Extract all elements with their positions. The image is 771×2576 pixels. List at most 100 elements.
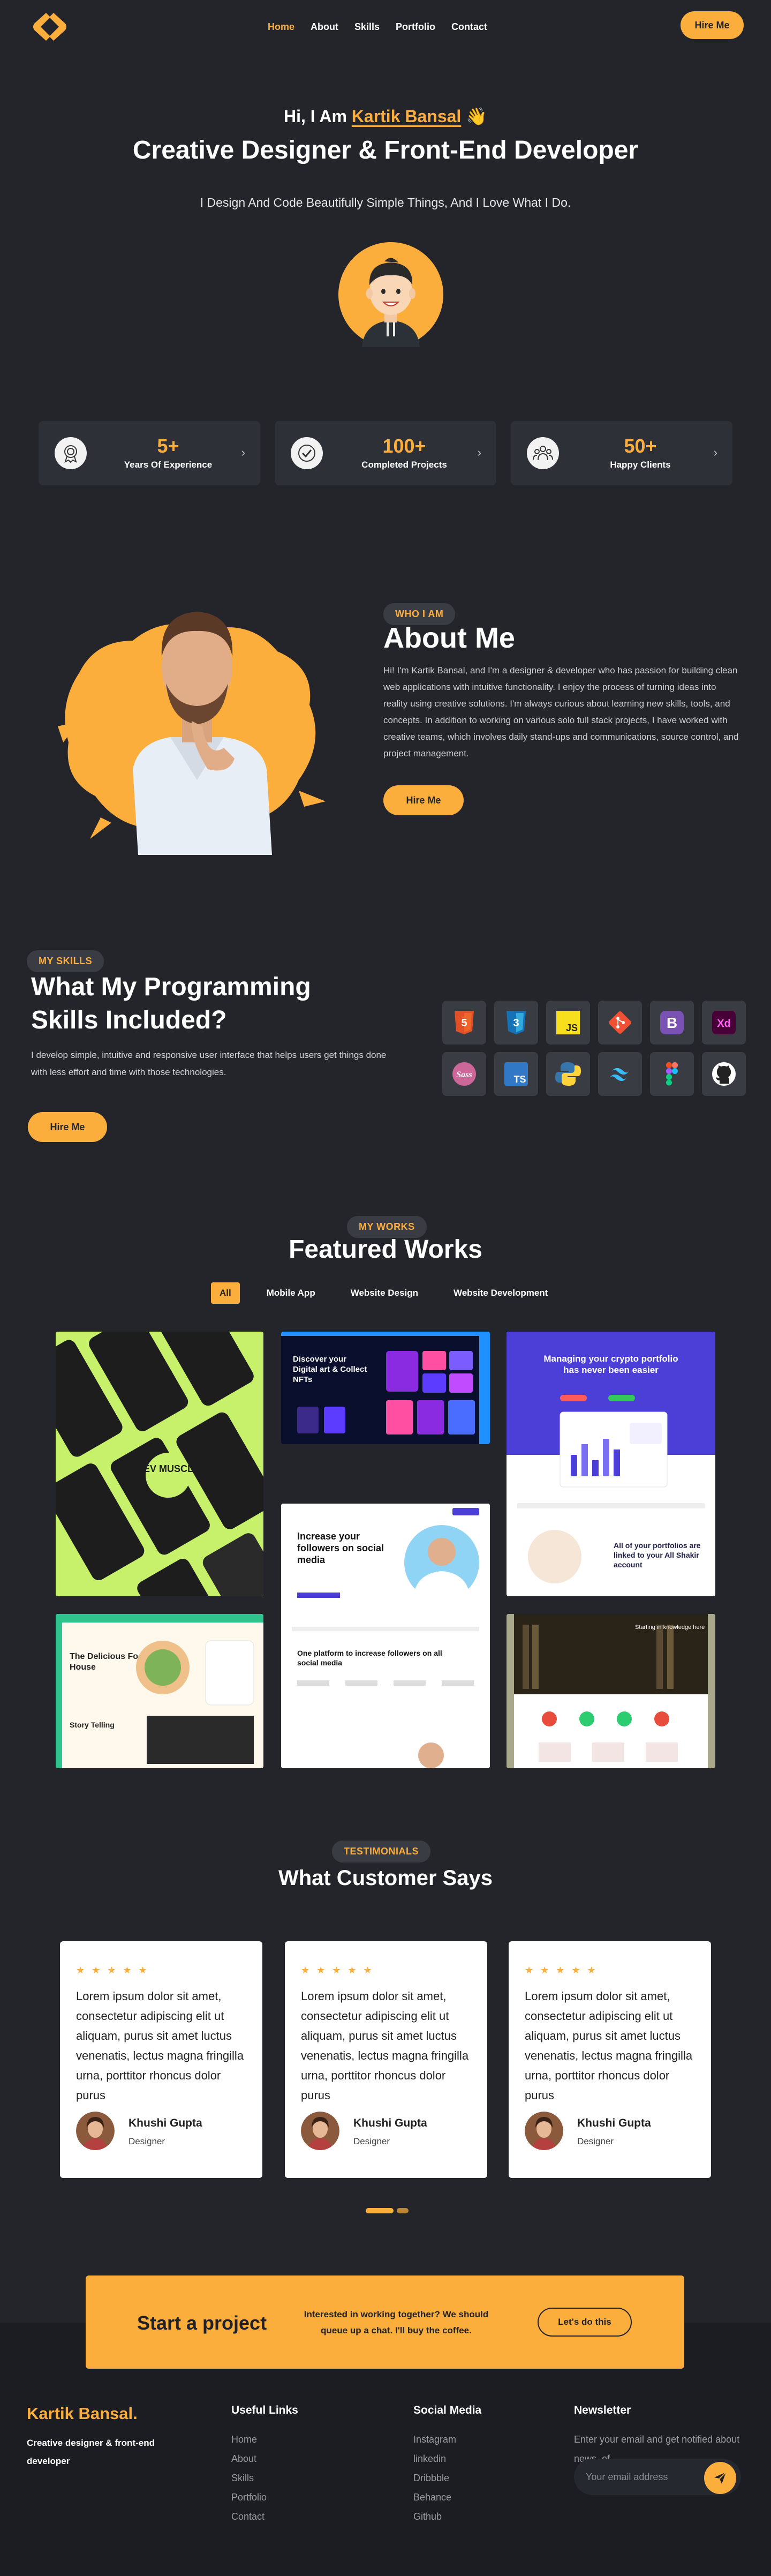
footer-link-portfolio[interactable]: Portfolio	[231, 2488, 298, 2507]
testimonials-title: What Customer Says	[278, 1866, 493, 1890]
carousel-dots	[366, 2208, 409, 2213]
filter-website-design[interactable]: Website Design	[342, 1282, 427, 1304]
svg-text:Sass: Sass	[456, 1070, 472, 1079]
git-icon	[598, 1001, 642, 1045]
svg-text:3: 3	[513, 1017, 519, 1029]
nft-hero-text: Discover your Digital art & Collect NFTs	[293, 1355, 367, 1384]
lets-do-this-button[interactable]: Let's do this	[538, 2308, 632, 2337]
footer-heading: Useful Links	[231, 2404, 298, 2416]
nav-link-portfolio[interactable]: Portfolio	[396, 21, 435, 33]
brand-logo-icon[interactable]	[31, 12, 69, 42]
wave-emoji-icon: 👋	[466, 107, 488, 126]
works-title: Featured Works	[289, 1235, 482, 1264]
filter-mobile-app[interactable]: Mobile App	[258, 1282, 324, 1304]
send-arrow-icon[interactable]	[704, 2462, 736, 2494]
footer-link-about[interactable]: About	[231, 2449, 298, 2468]
testimonial-name: Khushi Gupta	[128, 2117, 202, 2129]
testimonial-card: ★ ★ ★ ★ ★ Lorem ipsum dolor sit amet, co…	[60, 1941, 262, 2178]
footer-link-github[interactable]: Github	[413, 2507, 481, 2526]
filter-website-development[interactable]: Website Development	[445, 1282, 556, 1304]
testimonial-quote: Lorem ipsum dolor sit amet, consectetur …	[301, 1989, 469, 2102]
crypto-site-preview: Managing your crypto portfolio has never…	[507, 1332, 715, 1596]
rating-stars-icon: ★ ★ ★ ★ ★	[525, 1965, 598, 1976]
nav-link-skills[interactable]: Skills	[354, 21, 380, 33]
carousel-dot-active[interactable]	[366, 2208, 394, 2213]
stat-card-clients[interactable]: 50+ Happy Clients ›	[511, 421, 732, 485]
footer-heading: Newsletter	[574, 2404, 631, 2416]
chevron-right-icon: ›	[241, 446, 245, 459]
testimonial-card: ★ ★ ★ ★ ★ Lorem ipsum dolor sit amet, co…	[285, 1941, 487, 2178]
tailwind-icon	[598, 1052, 642, 1096]
stat-value: 100+	[382, 435, 426, 457]
people-group-icon	[527, 437, 559, 469]
stat-card-projects[interactable]: 100+ Completed Projects ›	[275, 421, 496, 485]
page: Home About Skills Portfolio Contact Hire…	[0, 0, 771, 2576]
library-site-preview: Starting in knowledge here	[507, 1614, 715, 1768]
svg-text:TS: TS	[513, 1074, 526, 1085]
footer-link-behance[interactable]: Behance	[413, 2488, 481, 2507]
testimonial-quote: Lorem ipsum dolor sit amet, consectetur …	[525, 1989, 693, 2102]
adobe-xd-icon: Xd	[702, 1001, 746, 1045]
stat-card-experience[interactable]: 5+ Years Of Experience ›	[39, 421, 260, 485]
footer-heading: Social Media	[413, 2404, 482, 2416]
hire-me-button[interactable]: Hire Me	[681, 11, 744, 39]
footer-link-instagram[interactable]: Instagram	[413, 2430, 481, 2449]
hero-title: Creative Designer & Front-End Developer	[132, 136, 639, 164]
filter-all[interactable]: All	[211, 1282, 240, 1304]
skills-hire-button[interactable]: Hire Me	[28, 1112, 107, 1142]
nav-link-contact[interactable]: Contact	[451, 21, 487, 33]
about-hire-button[interactable]: Hire Me	[383, 785, 464, 815]
github-icon	[702, 1052, 746, 1096]
work-card-nft-site[interactable]: Discover your Digital art & Collect NFTs	[281, 1332, 490, 1444]
library-hero-text: Starting in knowledge here	[635, 1624, 705, 1631]
work-card-library-site[interactable]: Starting in knowledge here	[507, 1614, 715, 1768]
footer-link-skills[interactable]: Skills	[231, 2468, 298, 2488]
html5-icon: 5	[442, 1001, 486, 1045]
chevron-right-icon: ›	[477, 446, 481, 459]
top-nav: Home About Skills Portfolio Contact Hire…	[0, 0, 771, 54]
svg-text:5: 5	[461, 1017, 467, 1029]
footer-social-links: Social Media Instagram linkedin Dribbble…	[413, 2404, 481, 2526]
hero-subtitle: I Design And Code Beautifully Simple Thi…	[200, 196, 571, 209]
chevron-right-icon: ›	[713, 446, 717, 459]
social-hero-text: Increase your followers on social media	[297, 1531, 384, 1565]
testimonial-card: ★ ★ ★ ★ ★ Lorem ipsum dolor sit amet, co…	[509, 1941, 711, 2178]
skills-text: I develop simple, intuitive and responsi…	[31, 1050, 387, 1077]
footer-link-home[interactable]: Home	[231, 2430, 298, 2449]
medal-icon	[55, 437, 87, 469]
testimonial-name: Khushi Gupta	[577, 2117, 651, 2129]
footer-link-dribbble[interactable]: Dribbble	[413, 2468, 481, 2488]
testimonial-name: Khushi Gupta	[353, 2117, 427, 2129]
food-site-preview: The Delicious Food House Story Telling	[56, 1614, 263, 1768]
cta-text: Interested in working together? We shoul…	[304, 2309, 489, 2335]
crypto-hero-text: Managing your crypto portfolio has never…	[543, 1354, 678, 1375]
skills-pill: MY SKILLS	[27, 950, 104, 972]
nft-site-preview: Discover your Digital art & Collect NFTs	[281, 1332, 490, 1444]
carousel-dot[interactable]	[397, 2208, 409, 2213]
footer-tagline: Creative designer & front-end developer	[27, 2438, 155, 2466]
footer-brand[interactable]: Kartik Bansal.	[27, 2404, 138, 2423]
footer-link-linkedin[interactable]: linkedin	[413, 2449, 481, 2468]
svg-text:Xd: Xd	[717, 1018, 731, 1030]
footer-link-contact[interactable]: Contact	[231, 2507, 298, 2526]
nav-link-about[interactable]: About	[311, 21, 338, 33]
avatar	[301, 2112, 339, 2150]
work-card-social-site[interactable]: Increase your followers on social media …	[281, 1504, 490, 1768]
work-card-fitness-app[interactable]: DEV MUSCLE	[56, 1332, 263, 1596]
crypto-sub-text: All of your portfolios are linked to you…	[614, 1541, 701, 1569]
works-filters: All Mobile App Website Design Website De…	[211, 1282, 556, 1304]
avatar	[525, 2112, 563, 2150]
testimonial-role: Designer	[577, 2136, 614, 2146]
work-card-crypto-site[interactable]: Managing your crypto portfolio has never…	[507, 1332, 715, 1596]
food-sub-text: Story Telling	[70, 1721, 115, 1729]
testimonial-quote: Lorem ipsum dolor sit amet, consectetur …	[76, 1989, 244, 2102]
start-project-banner: Start a project Interested in working to…	[86, 2275, 684, 2369]
social-site-preview: Increase your followers on social media …	[281, 1504, 490, 1768]
nav-link-home[interactable]: Home	[268, 21, 294, 33]
figma-icon	[650, 1052, 694, 1096]
cta-title: Start a project	[137, 2312, 267, 2334]
social-sub-text: One platform to increase followers on al…	[297, 1649, 442, 1667]
nav-links: Home About Skills Portfolio Contact	[268, 21, 487, 33]
work-card-food-site[interactable]: The Delicious Food House Story Telling	[56, 1614, 263, 1768]
typescript-icon: TS	[494, 1052, 538, 1096]
